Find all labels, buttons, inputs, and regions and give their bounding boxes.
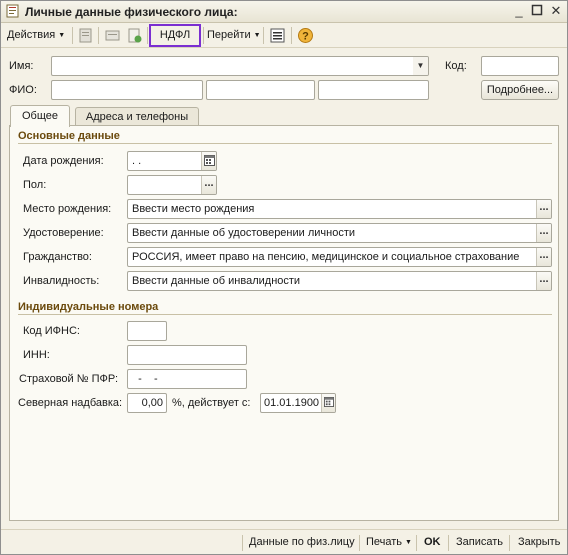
birth-date-label: Дата рождения: bbox=[23, 155, 104, 167]
footer-divider bbox=[359, 535, 360, 551]
toolbar-divider bbox=[263, 27, 264, 44]
details-button[interactable]: Подробнее... bbox=[481, 80, 559, 100]
footer-bar: Данные по физ.лицу Печать ▼ OK Записать З… bbox=[1, 529, 567, 554]
chevron-down-icon: ▼ bbox=[253, 32, 261, 39]
pfr-number-value: - - bbox=[132, 373, 158, 385]
section-divider bbox=[18, 314, 552, 315]
calendar-icon[interactable] bbox=[201, 152, 216, 170]
gender-field[interactable]: ... bbox=[127, 175, 217, 195]
name-field[interactable]: ▼ bbox=[51, 56, 429, 76]
close-button[interactable]: Закрыть bbox=[518, 536, 560, 548]
north-allowance-date-field[interactable]: 01.01.1900 bbox=[260, 393, 336, 413]
actions-menu[interactable]: Действия ▼ bbox=[7, 26, 65, 45]
code-field[interactable] bbox=[481, 56, 559, 76]
person-data-button[interactable]: Данные по физ.лицу bbox=[249, 536, 355, 548]
disability-value: Ввести данные об инвалидности bbox=[132, 275, 301, 287]
chevron-down-icon: ▼ bbox=[405, 539, 412, 546]
print-menu-label: Печать bbox=[366, 536, 403, 548]
close-icon[interactable]: ✕ bbox=[548, 4, 564, 19]
tab-general[interactable]: Общее bbox=[10, 105, 70, 127]
form-icon bbox=[6, 4, 19, 18]
goto-menu[interactable]: Перейти ▼ bbox=[207, 26, 261, 45]
inn-field[interactable] bbox=[127, 345, 247, 365]
citizenship-value: РОССИЯ, имеет право на пенсию, медицинск… bbox=[132, 251, 520, 263]
toolbar-divider bbox=[147, 27, 148, 44]
section-title-numbers: Индивидуальные номера bbox=[18, 301, 159, 313]
birth-date-field[interactable]: . . bbox=[127, 151, 217, 171]
birthplace-label: Место рождения: bbox=[23, 203, 112, 215]
disability-field[interactable]: Ввести данные об инвалидности ... bbox=[127, 271, 552, 291]
id-document-label: Удостоверение: bbox=[23, 227, 104, 239]
document-icon[interactable] bbox=[77, 27, 94, 44]
select-ellipsis-button[interactable]: ... bbox=[536, 248, 551, 266]
select-ellipsis-button[interactable]: ... bbox=[201, 176, 216, 194]
footer-divider bbox=[242, 535, 243, 551]
save-button[interactable]: Записать bbox=[456, 536, 503, 548]
gender-label: Пол: bbox=[23, 179, 47, 191]
footer-divider bbox=[509, 535, 510, 551]
pfr-number-field[interactable]: - - bbox=[127, 369, 247, 389]
print-menu[interactable]: Печать ▼ bbox=[366, 536, 412, 548]
tab-addresses-phones[interactable]: Адреса и телефоны bbox=[75, 107, 199, 126]
footer-divider bbox=[416, 535, 417, 551]
fio-label: ФИО: bbox=[9, 84, 37, 96]
goto-menu-label: Перейти bbox=[207, 29, 251, 41]
pfr-number-label: Страховой № ПФР: bbox=[19, 373, 119, 385]
birth-date-value: . . bbox=[132, 155, 142, 167]
code-label: Код: bbox=[445, 60, 467, 72]
select-ellipsis-button[interactable]: ... bbox=[536, 224, 551, 242]
maximize-icon[interactable] bbox=[529, 4, 545, 19]
calendar-icon[interactable] bbox=[321, 394, 335, 412]
toolbar: Действия ▼ НДФЛ Перейти ▼ ? bbox=[1, 23, 567, 48]
ifns-code-label: Код ИФНС: bbox=[23, 325, 80, 337]
record-icon[interactable] bbox=[104, 27, 121, 44]
ifns-code-field[interactable] bbox=[127, 321, 167, 341]
svg-text:?: ? bbox=[302, 31, 309, 43]
actions-menu-label: Действия bbox=[7, 29, 56, 41]
dropdown-arrow-icon[interactable]: ▼ bbox=[413, 57, 428, 75]
toolbar-divider bbox=[203, 27, 204, 44]
citizenship-label: Гражданство: bbox=[23, 251, 92, 263]
list-icon[interactable] bbox=[269, 27, 286, 44]
select-ellipsis-button[interactable]: ... bbox=[536, 272, 551, 290]
patronymic-field[interactable] bbox=[318, 80, 429, 100]
title-bar: Личные данные физического лица: _ ✕ bbox=[1, 1, 567, 23]
disability-label: Инвалидность: bbox=[23, 275, 100, 287]
id-document-field[interactable]: Ввести данные об удостоверении личности … bbox=[127, 223, 552, 243]
north-allowance-date-value: 01.01.1900 bbox=[264, 397, 320, 409]
new-document-icon[interactable] bbox=[126, 27, 143, 44]
citizenship-field[interactable]: РОССИЯ, имеет право на пенсию, медицинск… bbox=[127, 247, 552, 267]
toolbar-divider bbox=[72, 27, 73, 44]
toolbar-divider bbox=[98, 27, 99, 44]
north-allowance-field[interactable]: 0,00 bbox=[127, 393, 167, 413]
surname-field[interactable] bbox=[51, 80, 203, 100]
footer-divider bbox=[448, 535, 449, 551]
north-allowance-value: 0,00 bbox=[141, 397, 163, 409]
first-name-field[interactable] bbox=[206, 80, 315, 100]
ok-button[interactable]: OK bbox=[424, 536, 441, 548]
id-document-value: Ввести данные об удостоверении личности bbox=[132, 227, 356, 239]
north-allowance-label: Северная надбавка: bbox=[18, 397, 123, 409]
birthplace-value: Ввести место рождения bbox=[132, 203, 255, 215]
name-label: Имя: bbox=[9, 60, 34, 72]
percent-since-label: %, действует с: bbox=[172, 397, 251, 409]
minimize-icon[interactable]: _ bbox=[511, 4, 527, 19]
select-ellipsis-button[interactable]: ... bbox=[536, 200, 551, 218]
window-title: Личные данные физического лица: bbox=[25, 5, 238, 19]
section-title-basic: Основные данные bbox=[18, 130, 120, 142]
chevron-down-icon: ▼ bbox=[58, 32, 66, 39]
person-data-window: Личные данные физического лица: _ ✕ Дейс… bbox=[0, 0, 568, 555]
help-icon[interactable]: ? bbox=[297, 27, 314, 44]
section-divider bbox=[18, 143, 552, 144]
inn-label: ИНН: bbox=[23, 349, 50, 361]
ndfl-button[interactable]: НДФЛ bbox=[149, 24, 201, 47]
toolbar-divider bbox=[291, 27, 292, 44]
tab-panel-general: Основные данные Дата рождения: . . Пол: … bbox=[9, 125, 559, 521]
birthplace-field[interactable]: Ввести место рождения ... bbox=[127, 199, 552, 219]
